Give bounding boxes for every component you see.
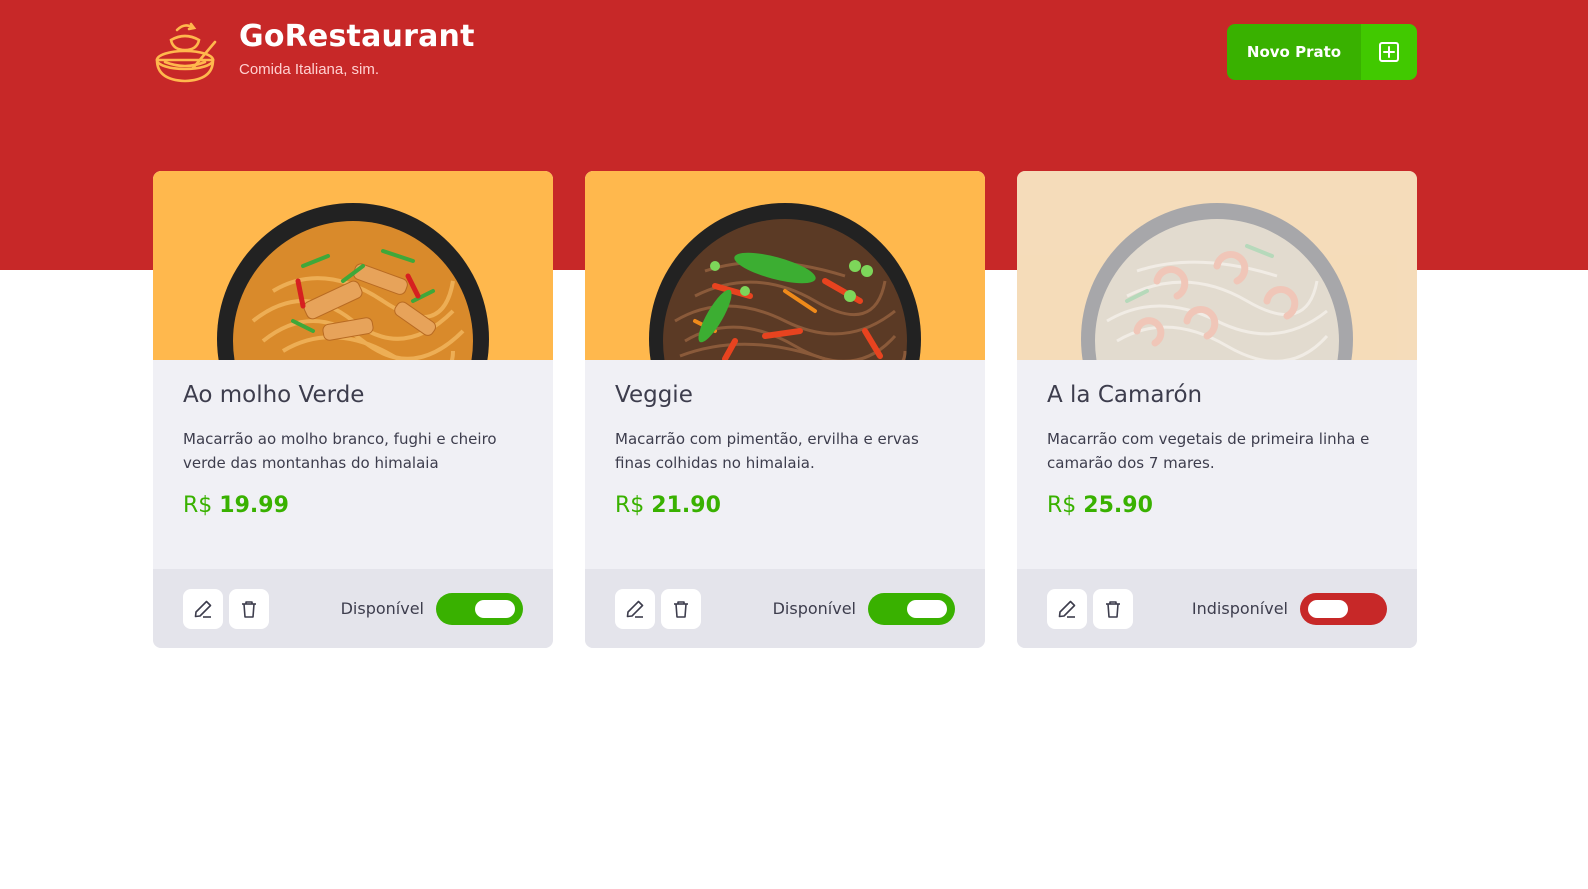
- dish-image: [1017, 171, 1417, 360]
- brand: GoRestaurant Comida Italiana, sim.: [153, 18, 475, 84]
- price-currency: R$: [1047, 493, 1077, 518]
- app-title: GoRestaurant: [239, 19, 475, 54]
- availability-label: Indisponível: [1191, 599, 1288, 618]
- availability-label: Disponível: [340, 599, 424, 618]
- price-currency: R$: [615, 493, 645, 518]
- dish-description: Macarrão ao molho branco, fughi e cheiro…: [183, 430, 497, 472]
- delete-button[interactable]: [229, 588, 269, 629]
- toggle-knob: [907, 599, 947, 618]
- trash-icon: [674, 600, 688, 618]
- delete-button[interactable]: [1093, 588, 1133, 629]
- availability-toggle[interactable]: [1300, 592, 1387, 625]
- dish-description: Macarrão com pimentão, ervilha e ervas f…: [615, 430, 919, 472]
- dish-card-footer: Disponível: [585, 569, 985, 648]
- edit-button[interactable]: [183, 588, 223, 629]
- toggle-knob: [1308, 599, 1348, 618]
- dish-price: R$ 19.99: [183, 493, 523, 518]
- pencil-icon: [1058, 600, 1076, 618]
- price-value: 19.99: [219, 493, 289, 518]
- new-dish-button-label: Novo Prato: [1227, 24, 1361, 80]
- new-dish-button[interactable]: Novo Prato: [1227, 24, 1417, 80]
- price-value: 25.90: [1083, 493, 1153, 518]
- dish-card-footer: Disponível: [153, 569, 553, 648]
- dish-price: R$ 21.90: [615, 493, 955, 518]
- availability-label: Disponível: [772, 599, 856, 618]
- dish-card: Veggie Macarrão com pimentão, ervilha e …: [585, 171, 985, 648]
- edit-button[interactable]: [615, 588, 655, 629]
- dish-image: [153, 171, 553, 360]
- toggle-knob: [475, 599, 515, 618]
- availability-toggle[interactable]: [868, 592, 955, 625]
- price-currency: R$: [183, 493, 213, 518]
- dish-name: A la Camarón: [1047, 382, 1203, 408]
- dish-name: Veggie: [615, 382, 693, 408]
- plus-square-icon: [1361, 24, 1417, 80]
- trash-icon: [242, 600, 256, 618]
- dish-card-footer: Indisponível: [1017, 569, 1417, 648]
- edit-button[interactable]: [1047, 588, 1087, 629]
- dish-price: R$ 25.90: [1047, 493, 1387, 518]
- dish-name: Ao molho Verde: [183, 382, 365, 408]
- price-value: 21.90: [651, 493, 721, 518]
- pencil-icon: [626, 600, 644, 618]
- bowl-logo-icon: [155, 22, 217, 83]
- app-subtitle: Comida Italiana, sim.: [239, 61, 380, 78]
- pencil-icon: [194, 600, 212, 618]
- dish-card: A la Camarón Macarrão com vegetais de pr…: [1017, 171, 1417, 648]
- delete-button[interactable]: [661, 588, 701, 629]
- dish-description: Macarrão com vegetais de primeira linha …: [1047, 430, 1370, 472]
- availability-toggle[interactable]: [436, 592, 523, 625]
- dish-card: Ao molho Verde Macarrão ao molho branco,…: [153, 171, 553, 648]
- trash-icon: [1106, 600, 1120, 618]
- dish-image: [585, 171, 985, 360]
